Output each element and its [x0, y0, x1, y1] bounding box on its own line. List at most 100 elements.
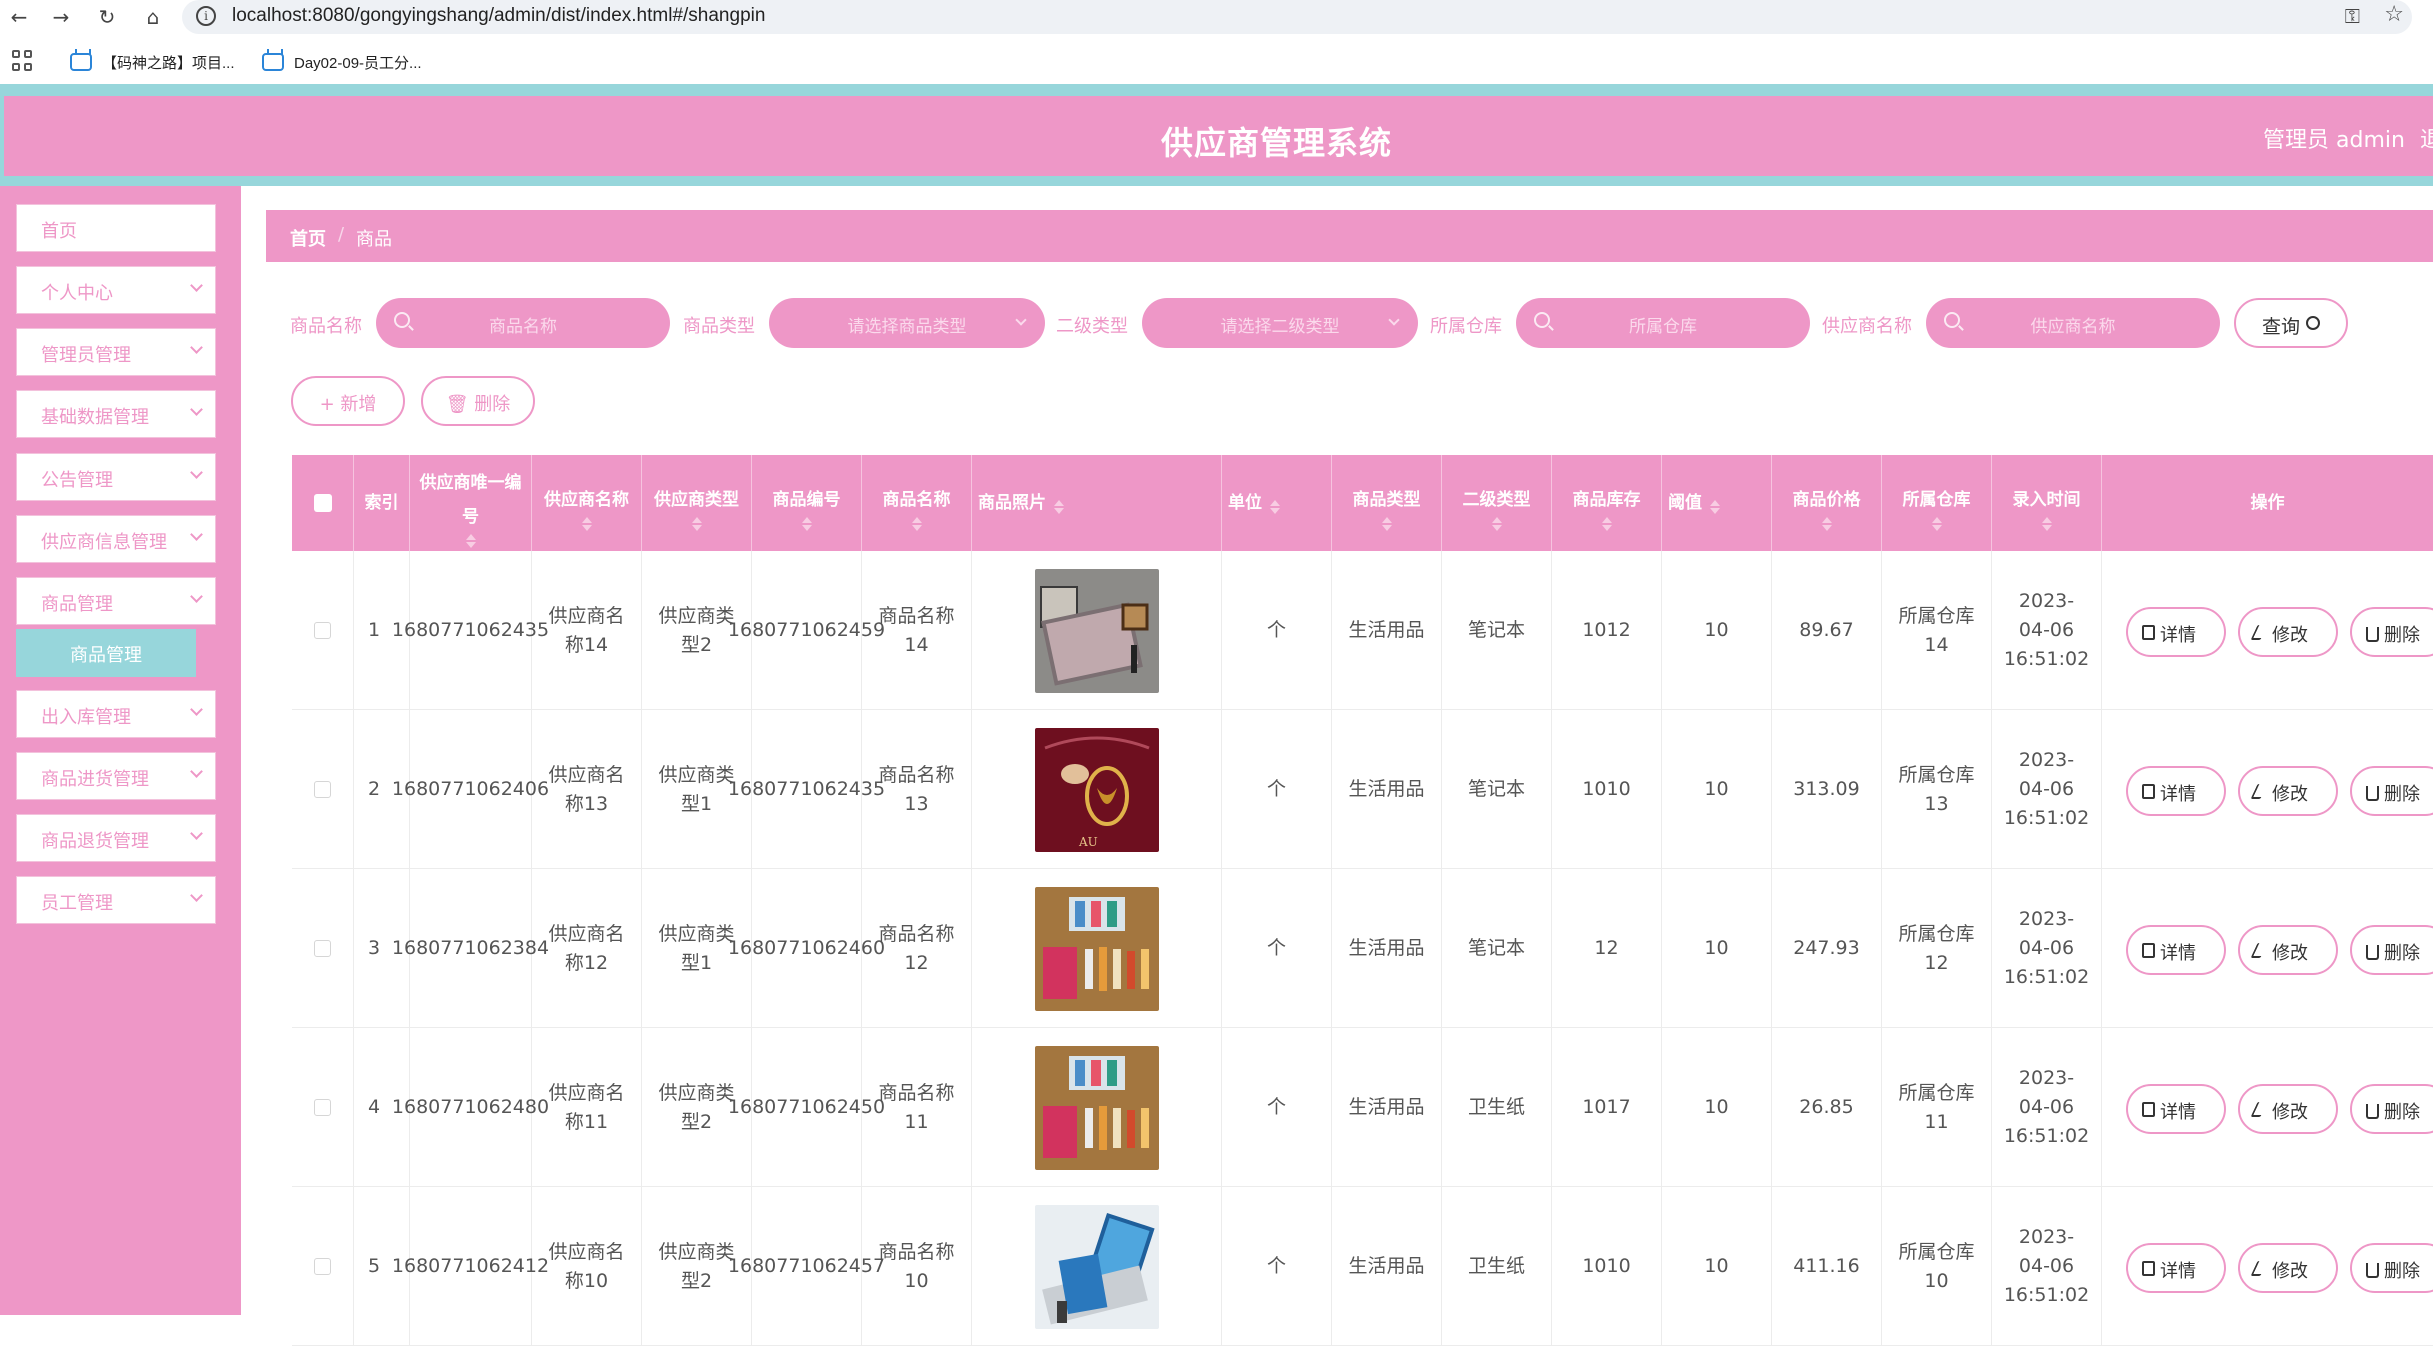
- url-text[interactable]: localhost:8080/gongyingshang/admin/dist/…: [232, 5, 765, 27]
- sort-icon[interactable]: [691, 517, 702, 531]
- col-ops-label: 操作: [2250, 493, 2285, 513]
- table-row[interactable]: 4 1680771062480 供应商名称11 供应商类型2 168077106…: [292, 1028, 2433, 1187]
- goods-photo-pendant[interactable]: AU: [1034, 727, 1159, 852]
- detail-button[interactable]: 详情: [2126, 1243, 2226, 1293]
- row-checkbox[interactable]: [314, 622, 331, 639]
- add-button[interactable]: + 新增: [291, 376, 405, 426]
- col-threshold[interactable]: 阈值: [1662, 455, 1772, 551]
- delete-button[interactable]: 删除: [2350, 925, 2433, 975]
- sort-icon[interactable]: [1821, 517, 1832, 531]
- edit-button[interactable]: 修改: [2238, 766, 2338, 816]
- sidebar-item-return[interactable]: 商品退货管理: [16, 814, 216, 862]
- row-checkbox[interactable]: [314, 1258, 331, 1275]
- select-placeholder: 请选择商品类型: [847, 317, 967, 337]
- sort-icon[interactable]: [465, 534, 476, 548]
- table-row[interactable]: 1 1680771062435 供应商名称14 供应商类型2 168077106…: [292, 551, 2433, 710]
- sort-icon[interactable]: [801, 517, 812, 531]
- col-unit[interactable]: 单位: [1222, 455, 1332, 551]
- sort-icon[interactable]: [1270, 500, 1280, 514]
- sort-icon[interactable]: [1601, 517, 1612, 531]
- sort-icon[interactable]: [1491, 517, 1502, 531]
- goods-type-select[interactable]: 请选择商品类型: [769, 298, 1045, 348]
- sidebar-item-admin[interactable]: 管理员管理: [16, 328, 216, 376]
- col-goods-name[interactable]: 商品名称: [862, 455, 972, 551]
- table-row[interactable]: 3 1680771062384 供应商名称12 供应商类型1 168077106…: [292, 869, 2433, 1028]
- edit-button[interactable]: 修改: [2238, 1084, 2338, 1134]
- batch-delete-button[interactable]: 🗑 删除: [421, 376, 535, 426]
- bookmark-item[interactable]: 【码神之路】项目...: [70, 48, 235, 76]
- goods-photo-cosmetics[interactable]: [1034, 1045, 1159, 1170]
- bookmark-star-icon[interactable]: ☆: [2384, 2, 2404, 27]
- col-warehouse-label: 所属仓库: [1902, 490, 1971, 510]
- delete-button[interactable]: 删除: [2350, 766, 2433, 816]
- row-checkbox[interactable]: [314, 940, 331, 957]
- reload-icon[interactable]: ↻: [92, 2, 122, 32]
- breadcrumb: 首页 / 商品: [266, 210, 2433, 262]
- sidebar-item-supplier[interactable]: 供应商信息管理: [16, 515, 216, 563]
- table-row[interactable]: 2 1680771062406 供应商名称13 供应商类型1 168077106…: [292, 710, 2433, 869]
- detail-button[interactable]: 详情: [2126, 766, 2226, 816]
- col-price[interactable]: 商品价格: [1772, 455, 1882, 551]
- col-goods-type[interactable]: 商品类型: [1332, 455, 1442, 551]
- sidebar-item-profile[interactable]: 个人中心: [16, 266, 216, 314]
- col-stock[interactable]: 商品库存: [1552, 455, 1662, 551]
- sidebar-item-purchase[interactable]: 商品进货管理: [16, 752, 216, 800]
- row-checkbox[interactable]: [314, 1099, 331, 1116]
- sort-icon[interactable]: [581, 517, 592, 531]
- col-warehouse[interactable]: 所属仓库: [1882, 455, 1992, 551]
- col-supplier-name-label: 供应商名称: [544, 490, 629, 510]
- cell-warehouse: 所属仓库10: [1882, 1187, 1992, 1346]
- query-button[interactable]: 查询: [2234, 298, 2348, 348]
- col-time[interactable]: 录入时间: [1992, 455, 2102, 551]
- sidebar-item-base-data[interactable]: 基础数据管理: [16, 390, 216, 438]
- table-row[interactable]: 5 1680771062412 供应商名称10 供应商类型2 168077106…: [292, 1187, 2433, 1346]
- goods-photo-laptop[interactable]: [1034, 568, 1159, 693]
- sort-icon[interactable]: [2041, 517, 2052, 531]
- warehouse-input[interactable]: 所属仓库: [1516, 298, 1810, 348]
- goods-photo-cosmetics[interactable]: [1034, 886, 1159, 1011]
- detail-button[interactable]: 详情: [2126, 925, 2226, 975]
- site-info-icon[interactable]: i: [196, 6, 216, 26]
- sort-icon[interactable]: [1381, 517, 1392, 531]
- edit-button[interactable]: 修改: [2238, 1243, 2338, 1293]
- sort-icon[interactable]: [1054, 500, 1064, 514]
- col-photo[interactable]: 商品照片: [972, 455, 1222, 551]
- col-goods-no[interactable]: 商品编号: [752, 455, 862, 551]
- sidebar-item-staff[interactable]: 员工管理: [16, 876, 216, 924]
- select-all-checkbox[interactable]: [313, 494, 332, 512]
- bookmark-item[interactable]: Day02-09-员工分...: [262, 48, 422, 76]
- delete-button[interactable]: 删除: [2350, 607, 2433, 657]
- key-icon[interactable]: ⚿: [2345, 4, 2360, 28]
- edit-button[interactable]: 修改: [2238, 607, 2338, 657]
- sidebar-item-home[interactable]: 首页: [16, 204, 216, 252]
- sort-icon[interactable]: [911, 517, 922, 531]
- delete-button[interactable]: 删除: [2350, 1243, 2433, 1293]
- row-checkbox[interactable]: [314, 781, 331, 798]
- sort-icon[interactable]: [1710, 500, 1720, 514]
- col-supplier-id[interactable]: 供应商唯一编号: [410, 455, 532, 551]
- sidebar-item-stock-io[interactable]: 出入库管理: [16, 690, 216, 738]
- col-supplier-type[interactable]: 供应商类型: [642, 455, 752, 551]
- address-bar[interactable]: i localhost:8080/gongyingshang/admin/dis…: [182, 0, 2412, 34]
- back-icon[interactable]: ←: [4, 2, 34, 32]
- detail-button[interactable]: 详情: [2126, 607, 2226, 657]
- home-icon[interactable]: ⌂: [138, 2, 168, 32]
- col-sub-type[interactable]: 二级类型: [1442, 455, 1552, 551]
- logout-link[interactable]: 退: [2420, 122, 2433, 154]
- sub-type-select[interactable]: 请选择二级类型: [1142, 298, 1418, 348]
- supplier-name-input[interactable]: 供应商名称: [1926, 298, 2220, 348]
- sidebar-item-notice[interactable]: 公告管理: [16, 453, 216, 501]
- edit-button[interactable]: 修改: [2238, 925, 2338, 975]
- search-label-goods-type: 商品类型: [683, 316, 755, 337]
- sidebar-subitem-goods-manage[interactable]: 商品管理: [16, 629, 196, 677]
- delete-button[interactable]: 删除: [2350, 1084, 2433, 1134]
- goods-name-input[interactable]: 商品名称: [376, 298, 670, 348]
- goods-photo-tablet[interactable]: [1034, 1204, 1159, 1329]
- sort-icon[interactable]: [1931, 517, 1942, 531]
- forward-icon[interactable]: →: [46, 2, 76, 32]
- col-supplier-name[interactable]: 供应商名称: [532, 455, 642, 551]
- sidebar-item-goods[interactable]: 商品管理: [16, 577, 216, 625]
- apps-grid-icon[interactable]: [12, 50, 34, 72]
- breadcrumb-home[interactable]: 首页: [290, 225, 326, 251]
- detail-button[interactable]: 详情: [2126, 1084, 2226, 1134]
